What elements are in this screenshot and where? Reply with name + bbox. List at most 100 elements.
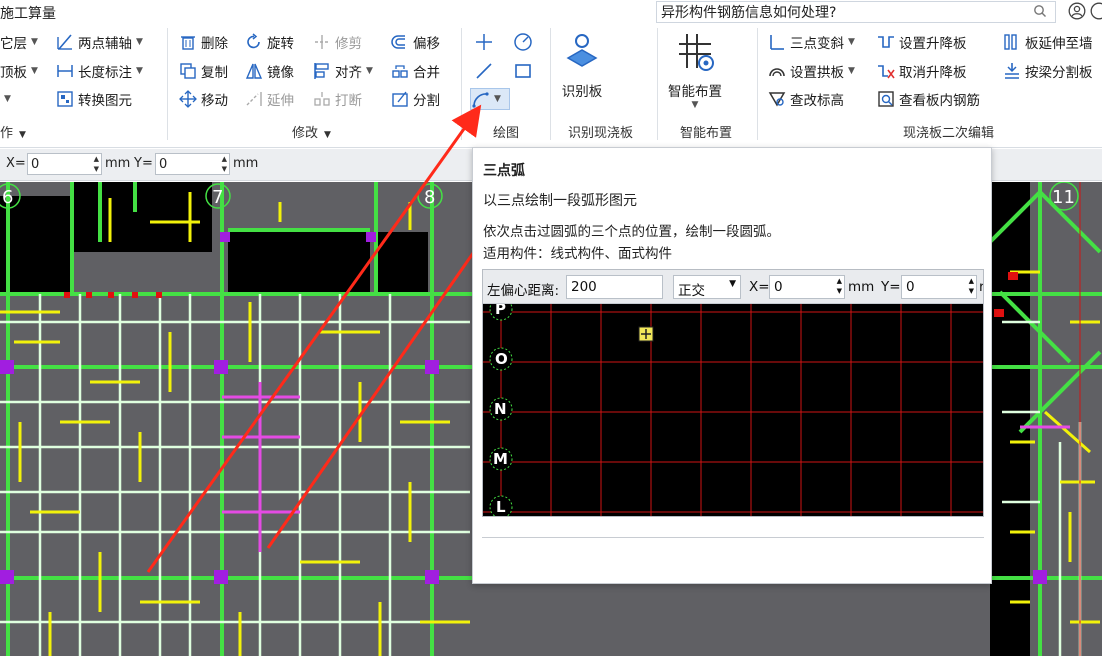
mirror-icon	[244, 61, 264, 81]
tooltip-description: 以三点绘制一段弧形图元	[483, 193, 637, 209]
rotate-label: 旋转	[267, 36, 294, 52]
cancel-lift-slab-button[interactable]: 取消升降板	[876, 60, 967, 82]
cancel-lift-slab-icon	[876, 61, 896, 81]
arch-slab-icon	[767, 61, 787, 81]
draw-point-button[interactable]	[474, 31, 497, 53]
extend-button[interactable]: 延伸	[244, 88, 294, 110]
merge-icon	[390, 61, 410, 81]
ribbon-item-top-slab[interactable]: 顶板 ▼	[0, 60, 38, 82]
offset-button[interactable]: 偏移	[390, 31, 440, 53]
convert-element-button[interactable]: 转换图元	[55, 88, 132, 110]
dropdown-arrow-icon: ▼	[31, 37, 38, 47]
align-icon	[312, 61, 332, 81]
move-button[interactable]: 移动	[178, 88, 228, 110]
top-slab-label: 顶板	[0, 65, 27, 81]
extend-icon	[244, 89, 264, 109]
y-coord-spinner[interactable]: ▲▼	[155, 153, 230, 175]
three-point-slope-button[interactable]: 三点变斜 ▼	[767, 31, 855, 53]
view-slab-rebar-button[interactable]: 查看板内钢筋	[876, 88, 980, 110]
y-coord-input[interactable]	[156, 154, 229, 174]
preview-x-label: X=	[749, 279, 770, 295]
ribbon: 它层 ▼ 顶板 ▼ ▼ 两点辅轴 ▼ 长度标注 ▼ 转换图元 作 ▼ 删除 旋转 修剪 偏…	[0, 24, 1102, 148]
trash-icon	[178, 32, 198, 52]
break-button[interactable]: 打断	[312, 88, 362, 110]
orthogonal-mode-value: 正交	[678, 283, 705, 299]
extend-to-wall-icon	[1002, 32, 1022, 52]
check-elevation-label: 查改标高	[790, 93, 844, 109]
other-floor-label: 它层	[0, 36, 27, 52]
y-coord-label: Y=	[134, 156, 153, 171]
dropdown-arrow-icon: ▼	[31, 66, 38, 76]
x-coord-input[interactable]	[28, 154, 101, 174]
preview-y-field: 0 ▲ ▼	[901, 275, 977, 299]
draw-line-button[interactable]	[474, 60, 497, 82]
copy-button[interactable]: 复制	[178, 60, 228, 82]
circle-icon	[513, 32, 533, 52]
length-dimension-icon	[55, 61, 75, 81]
tooltip-applicable: 适用构件：线式构件、面式构件	[483, 246, 672, 262]
group-label-partial: 作 ▼	[0, 126, 26, 141]
offset-icon	[390, 32, 410, 52]
three-point-arc-button[interactable]: ▼	[470, 88, 510, 110]
two-point-axis-label: 两点辅轴	[78, 36, 132, 52]
group-label-draw: 绘图	[493, 126, 520, 141]
set-lift-slab-button[interactable]: 设置升降板	[876, 31, 967, 53]
smart-layout-icon	[673, 30, 717, 78]
extend-label: 延伸	[267, 93, 294, 109]
rotate-icon	[244, 32, 264, 52]
align-button[interactable]: 对齐 ▼	[312, 60, 373, 82]
check-elevation-button[interactable]: 查改标高	[767, 88, 844, 110]
axis-label-11: 11	[1052, 187, 1075, 208]
group-separator	[461, 28, 462, 140]
split-by-beam-icon	[1002, 61, 1022, 81]
lift-slab-icon	[876, 32, 896, 52]
set-lift-slab-label: 设置升降板	[899, 36, 967, 52]
group-label-edit: 现浇板二次编辑	[903, 126, 995, 141]
x-coord-label: X=	[6, 156, 26, 171]
merge-button[interactable]: 合并	[390, 60, 440, 82]
draw-circle-button[interactable]	[513, 31, 536, 53]
trim-button[interactable]: 修剪	[312, 31, 362, 53]
split-button[interactable]: 分割	[390, 88, 440, 110]
length-dimension-button[interactable]: 长度标注 ▼	[55, 60, 143, 82]
preview-x-unit: mm	[848, 279, 875, 295]
offset-label: 偏移	[413, 36, 440, 52]
group-label-smart: 智能布置	[680, 126, 733, 141]
ribbon-item-other-floor[interactable]: 它层 ▼	[0, 31, 38, 53]
spinner-arrows-icon[interactable]: ▲ ▼	[222, 154, 227, 174]
x-coord-spinner[interactable]: ▲▼	[27, 153, 102, 175]
extend-to-wall-button[interactable]: 板延伸至墙	[1002, 31, 1093, 53]
dropdown-arrow-icon: ▼	[366, 66, 373, 76]
crosshair-cursor-icon	[638, 326, 654, 342]
rotate-button[interactable]: 旋转	[244, 31, 294, 53]
dropdown-arrow-icon: ▼	[136, 37, 143, 47]
group-separator	[757, 28, 758, 140]
smart-layout-label: 智能布置	[668, 84, 722, 100]
rectangle-icon	[513, 61, 533, 81]
group-separator	[550, 28, 551, 140]
split-by-beam-button[interactable]: 按梁分割板	[1002, 60, 1093, 82]
set-arch-slab-button[interactable]: 设置拱板 ▼	[767, 60, 855, 82]
room-black	[228, 230, 370, 296]
recognize-slab-button[interactable]: 识别板	[560, 32, 604, 100]
spinner-arrows-icon[interactable]: ▲ ▼	[94, 154, 99, 174]
smart-layout-button[interactable]: 智能布置 ▼	[668, 30, 722, 110]
user-icon[interactable]	[1068, 2, 1086, 24]
two-point-axis-button[interactable]: 两点辅轴 ▼	[55, 31, 143, 53]
help-search-box[interactable]	[656, 1, 1056, 23]
three-point-arc-icon	[471, 89, 491, 109]
break-label: 打断	[335, 93, 362, 109]
group-separator	[167, 28, 168, 140]
draw-rect-button[interactable]	[513, 60, 536, 82]
convert-element-label: 转换图元	[78, 93, 132, 109]
search-icon[interactable]	[1033, 4, 1047, 22]
help-search-input[interactable]	[657, 2, 1027, 22]
line-icon	[474, 61, 494, 81]
tooltip-divider	[482, 537, 984, 538]
ribbon-item-partial[interactable]: ▼	[0, 88, 11, 110]
recognize-slab-icon	[560, 32, 604, 76]
mirror-button[interactable]: 镜像	[244, 60, 294, 82]
help-icon[interactable]	[1090, 2, 1102, 24]
preview-y-label: Y=	[881, 279, 901, 295]
delete-button[interactable]: 删除	[178, 31, 228, 53]
